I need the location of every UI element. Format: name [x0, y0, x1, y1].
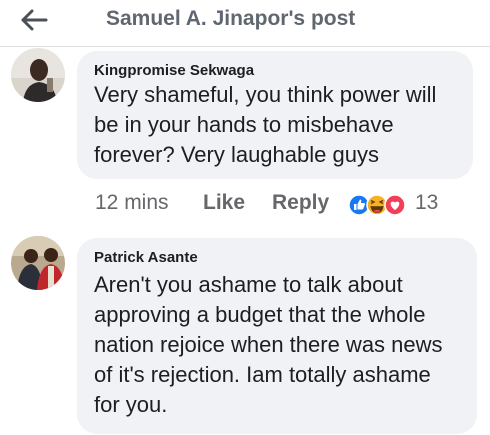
reaction-count[interactable]: 13: [415, 191, 438, 215]
comment-bubble: Patrick Asante Aren't you ashame to talk…: [77, 238, 477, 434]
comment-actions: 12 mins Like Reply 13: [95, 191, 455, 219]
top-bar: Samuel A. Jinapor's post: [0, 0, 490, 47]
love-reaction-icon: [384, 194, 406, 216]
arrow-left-icon[interactable]: [20, 9, 48, 31]
page-title: Samuel A. Jinapor's post: [106, 7, 356, 30]
like-reaction-icon: [348, 194, 370, 216]
comment-text: Very shameful, you think power will be i…: [94, 82, 437, 167]
haha-reaction-icon: [366, 194, 388, 216]
avatar[interactable]: [11, 48, 65, 102]
like-button[interactable]: Like: [203, 191, 245, 215]
comment-bubble: Kingpromise Sekwaga Very shameful, you t…: [77, 51, 473, 179]
comment-author[interactable]: Patrick Asante: [94, 249, 198, 266]
avatar[interactable]: [11, 236, 65, 290]
comment-author[interactable]: Kingpromise Sekwaga: [94, 62, 254, 79]
comment-time[interactable]: 12 mins: [95, 191, 169, 215]
reply-button[interactable]: Reply: [272, 191, 329, 215]
reactions-summary[interactable]: [348, 194, 406, 216]
comment-text: Aren't you ashame to talk about approvin…: [94, 272, 443, 417]
